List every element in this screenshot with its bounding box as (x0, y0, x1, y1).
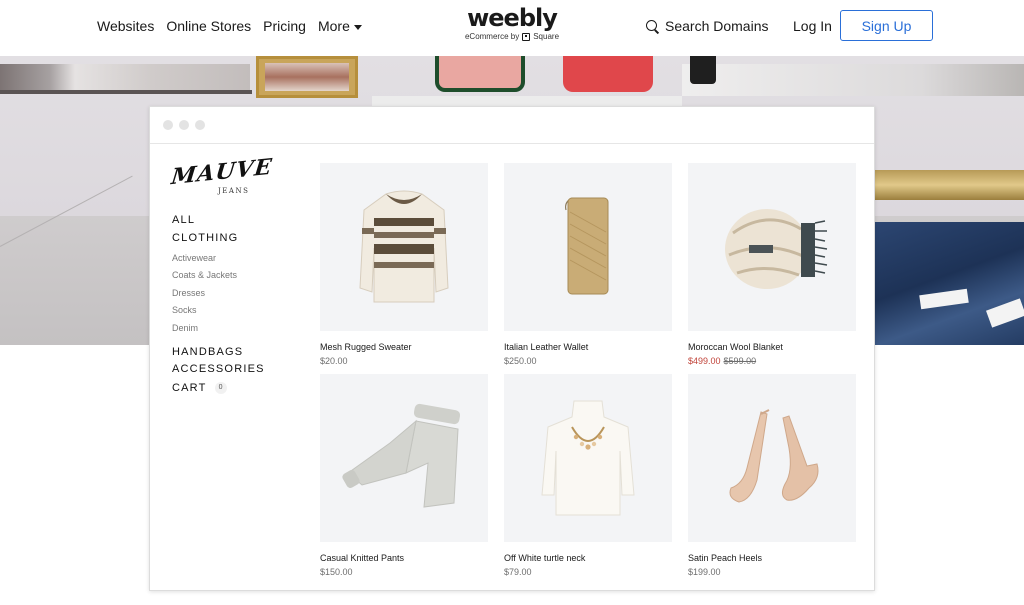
menu-sub-dresses[interactable]: Dresses (172, 288, 205, 298)
original-price: $599.00 (723, 356, 757, 366)
product-image[interactable] (504, 374, 672, 542)
chevron-down-icon (353, 24, 362, 30)
gold-rail (874, 170, 1024, 200)
store-logo[interactable]: MAUVE JEANS (170, 154, 274, 201)
browser-title-bar (150, 107, 874, 144)
product-image[interactable] (688, 163, 856, 331)
menu-cart-label: CART (172, 382, 207, 394)
nav-pricing[interactable]: Pricing (263, 18, 306, 34)
product-price: $79.00 (504, 567, 532, 577)
product-price: $20.00 (320, 356, 348, 366)
product-name: Casual Knitted Pants (320, 553, 405, 563)
product-price: $250.00 (504, 356, 537, 366)
nav-more-dropdown[interactable]: More (318, 18, 362, 34)
logo-tagline-text: eCommerce by (464, 32, 520, 41)
logo-tagline-brand: Square (533, 32, 560, 41)
store-logo-subtitle: JEANS (218, 187, 250, 195)
folded-jeans (874, 222, 1024, 345)
sweater-image (359, 190, 449, 303)
menu-sub-socks[interactable]: Socks (172, 305, 197, 315)
search-domains-label: Search Domains (665, 18, 769, 34)
window-dot-icon (179, 120, 189, 130)
logo-tagline: eCommerce by Square (460, 32, 564, 41)
search-icon (646, 19, 659, 33)
shelf-merchandise (0, 64, 250, 90)
menu-cart[interactable]: CART 0 (172, 382, 227, 395)
product-card[interactable]: Satin Peach Heels $199.00 (688, 374, 856, 577)
primary-nav: Websites Online Stores Pricing More (97, 18, 362, 34)
product-name: Moroccan Wool Blanket (688, 342, 783, 352)
window-dot-icon (195, 120, 205, 130)
cart-count-badge: 0 (214, 382, 227, 395)
product-price: $199.00 (688, 567, 721, 577)
picture-frame (256, 56, 358, 98)
shelf-left (0, 90, 252, 94)
product-image[interactable] (320, 163, 488, 331)
menu-accessories[interactable]: ACCESSORIES (172, 363, 265, 375)
blanket-image (725, 209, 828, 289)
shelf-right (682, 64, 1024, 96)
nav-websites[interactable]: Websites (97, 18, 154, 34)
product-card[interactable]: Moroccan Wool Blanket $499.00 $599.00 (688, 163, 856, 366)
menu-sub-denim[interactable]: Denim (172, 323, 198, 333)
product-card[interactable]: Off White turtle neck $79.00 (504, 374, 672, 577)
weebly-logo[interactable]: weebly eCommerce by Square (460, 4, 564, 41)
search-domains: Search Domains (646, 18, 769, 34)
shelf-center (372, 96, 682, 106)
menu-all[interactable]: ALL (172, 214, 195, 226)
login-link[interactable]: Log In (793, 18, 832, 34)
product-name: Satin Peach Heels (688, 553, 763, 563)
product-card[interactable]: Italian Leather Wallet $250.00 (504, 163, 672, 366)
handbag-pink (435, 56, 525, 92)
window-dot-icon (163, 120, 173, 130)
product-name: Off White turtle neck (504, 553, 586, 563)
menu-sub-coats-jackets[interactable]: Coats & Jackets (172, 270, 237, 280)
turtleneck-image (541, 400, 635, 516)
product-image[interactable] (320, 374, 488, 542)
nav-more-label: More (317, 18, 350, 34)
product-price: $150.00 (320, 567, 353, 577)
product-price: $499.00 $599.00 (688, 356, 856, 366)
candle-jar (690, 56, 716, 84)
top-navigation: Websites Online Stores Pricing More weeb… (0, 0, 1024, 56)
logo-wordmark: weebly (467, 4, 558, 32)
nav-online-stores[interactable]: Online Stores (166, 18, 251, 34)
menu-handbags[interactable]: HANDBAGS (172, 346, 243, 358)
store-logo-wordmark: MAUVE (169, 153, 274, 191)
signup-button[interactable]: Sign Up (840, 10, 933, 41)
square-logo-icon (522, 32, 531, 41)
pants-image (342, 403, 461, 508)
wallet-image (565, 197, 609, 295)
product-image[interactable] (504, 163, 672, 331)
menu-sub-activewear[interactable]: Activewear (172, 253, 216, 263)
product-card[interactable]: Mesh Rugged Sweater $20.00 (320, 163, 488, 366)
menu-clothing[interactable]: CLOTHING (172, 232, 238, 244)
product-image[interactable] (688, 374, 856, 542)
product-name: Italian Leather Wallet (504, 342, 589, 352)
product-name: Mesh Rugged Sweater (320, 342, 412, 352)
handbag-red (563, 56, 653, 92)
heels-image (729, 409, 819, 503)
search-domains-link[interactable]: Search Domains (646, 18, 769, 34)
store-preview-window: MAUVE JEANS ALL CLOTHING Activewear Coat… (149, 106, 875, 591)
sale-price: $499.00 (688, 356, 721, 366)
product-card[interactable]: Casual Knitted Pants $150.00 (320, 374, 488, 577)
